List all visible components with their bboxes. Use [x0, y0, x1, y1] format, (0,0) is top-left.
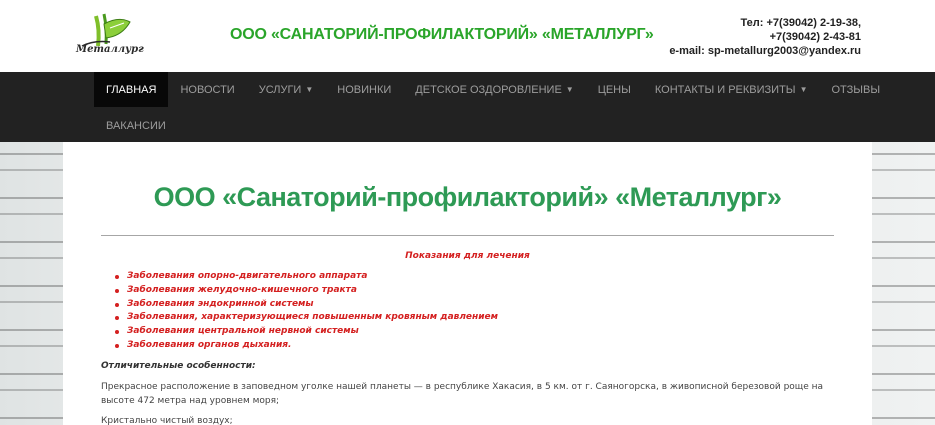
nav-item-services[interactable]: УСЛУГИ ▼: [247, 72, 326, 107]
caret-down-icon: ▼: [305, 85, 314, 94]
bullet-icon: [115, 316, 119, 321]
caret-down-icon: ▼: [565, 85, 574, 94]
list-item: Заболевания органов дыхания.: [115, 339, 498, 353]
email-link[interactable]: e-mail: sp-metallurg2003@yandex.ru: [669, 44, 861, 58]
bullet-icon: [115, 302, 119, 307]
logo-text: Металлург: [76, 44, 144, 55]
contacts-block: Тел: +7(39042) 2-19-38, +7(39042) 2-43-8…: [669, 16, 861, 58]
list-item: Заболевания центральной нервной системы: [115, 325, 498, 339]
nav-item-new[interactable]: НОВИНКИ: [325, 72, 403, 107]
phone-1: Тел: +7(39042) 2-19-38,: [740, 17, 861, 29]
nav-item-prices[interactable]: ЦЕНЫ: [586, 72, 643, 107]
bullet-icon: [115, 330, 119, 335]
indications-heading: Показания для лечения: [405, 251, 530, 261]
list-item: Заболевания опорно-двигательного аппарат…: [115, 270, 498, 284]
page-title: ООО «Санаторий-профилакторий» «Металлург…: [153, 182, 782, 212]
phone-2: +7(39042) 2-43-81: [769, 31, 861, 43]
nav-item-news[interactable]: НОВОСТИ: [168, 72, 246, 107]
main-navbar: ГЛАВНАЯ НОВОСТИ УСЛУГИ ▼ НОВИНКИ ДЕТСКОЕ …: [0, 72, 935, 142]
features-paragraph-2: Кристально чистый воздух;: [101, 416, 233, 425]
list-item: Заболевания желудочно-кишечного тракта: [115, 284, 498, 298]
site-title: ООО «САНАТОРИЙ-ПРОФИЛАКТОРИЙ» «МЕТАЛЛУРГ…: [230, 26, 654, 43]
metallurg-logo-icon[interactable]: [74, 10, 144, 64]
features-heading: Отличительные особенности:: [101, 361, 256, 371]
bullet-icon: [115, 275, 119, 279]
nav-row-1: ГЛАВНАЯ НОВОСТИ УСЛУГИ ▼ НОВИНКИ ДЕТСКОЕ …: [94, 72, 892, 107]
list-item: Заболевания эндокринной системы: [115, 298, 498, 312]
bullet-icon: [115, 343, 119, 348]
nav-row-2: ВАКАНСИИ: [94, 108, 178, 143]
indications-list: Заболевания опорно-двигательного аппарат…: [115, 270, 498, 353]
nav-item-vacancies[interactable]: ВАКАНСИИ: [94, 108, 178, 143]
caret-down-icon: ▼: [799, 85, 808, 94]
divider: [101, 235, 834, 236]
nav-item-reviews[interactable]: ОТЗЫВЫ: [819, 72, 892, 107]
nav-item-contacts[interactable]: КОНТАКТЫ И РЕКВИЗИТЫ ▼: [643, 72, 820, 107]
list-item: Заболевания, характеризующиеся повышенны…: [115, 311, 498, 325]
nav-item-home[interactable]: ГЛАВНАЯ: [94, 72, 169, 107]
nav-item-children-health[interactable]: ДЕТСКОЕ ОЗДОРОВЛЕНИЕ ▼: [403, 72, 585, 107]
main-content: ООО «Санаторий-профилакторий» «Металлург…: [63, 142, 872, 425]
features-paragraph-1: Прекрасное расположение в заповедном уго…: [101, 382, 824, 406]
bullet-icon: [115, 288, 119, 293]
site-header: Металлург ООО «САНАТОРИЙ-ПРОФИЛАКТОРИЙ» …: [0, 0, 935, 72]
